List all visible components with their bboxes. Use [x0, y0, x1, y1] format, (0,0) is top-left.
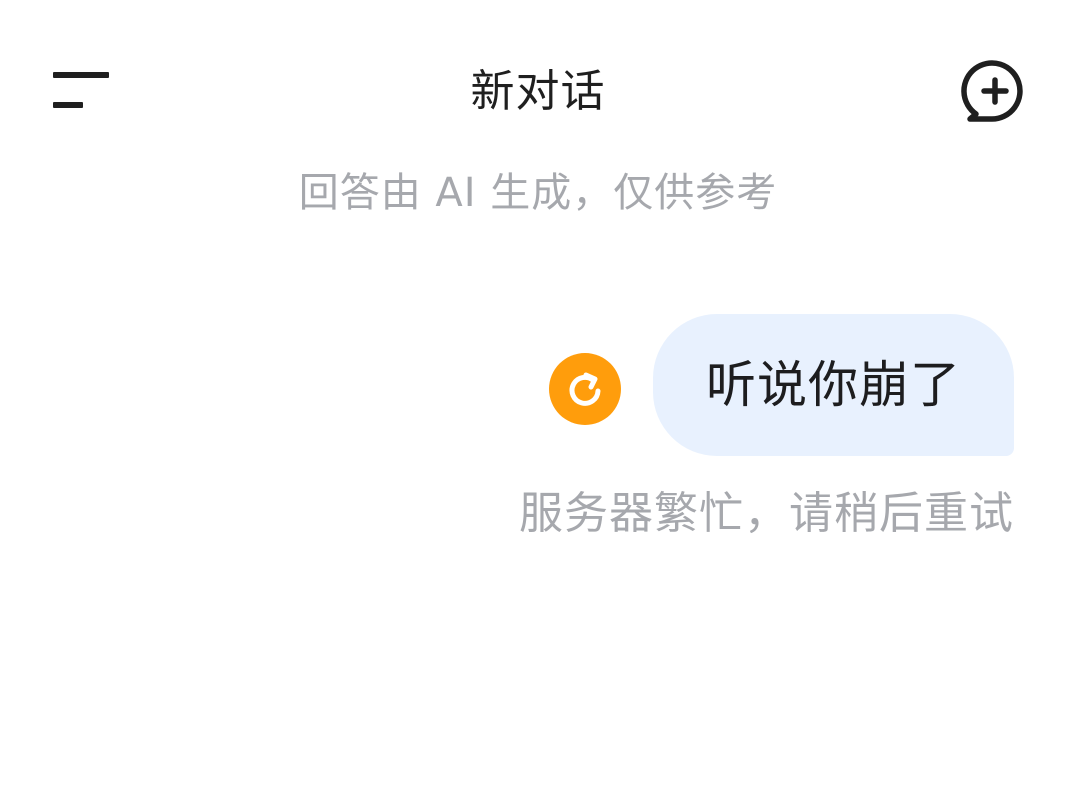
error-message: 服务器繁忙，请稍后重试 — [519, 488, 1014, 539]
menu-icon — [53, 72, 109, 108]
user-message-row: 听说你崩了 — [0, 312, 1076, 458]
user-message-bubble: 听说你崩了 — [653, 314, 1014, 456]
new-chat-button[interactable] — [956, 56, 1036, 128]
user-message-text: 听说你崩了 — [706, 356, 961, 414]
ai-disclaimer: 回答由 AI 生成，仅供参考 — [298, 170, 778, 216]
new-chat-plus-icon — [961, 60, 1023, 122]
page-title: 新对话 — [470, 66, 606, 117]
retry-button[interactable] — [549, 353, 621, 425]
menu-button[interactable] — [44, 60, 120, 124]
top-bar: 新对话 回答由 AI 生成，仅供参考 — [0, 0, 1076, 216]
chat-app: 新对话 回答由 AI 生成，仅供参考 听说你崩了 服务器繁忙，请稍后重试 — [0, 0, 1076, 807]
retry-refresh-icon — [569, 372, 601, 406]
